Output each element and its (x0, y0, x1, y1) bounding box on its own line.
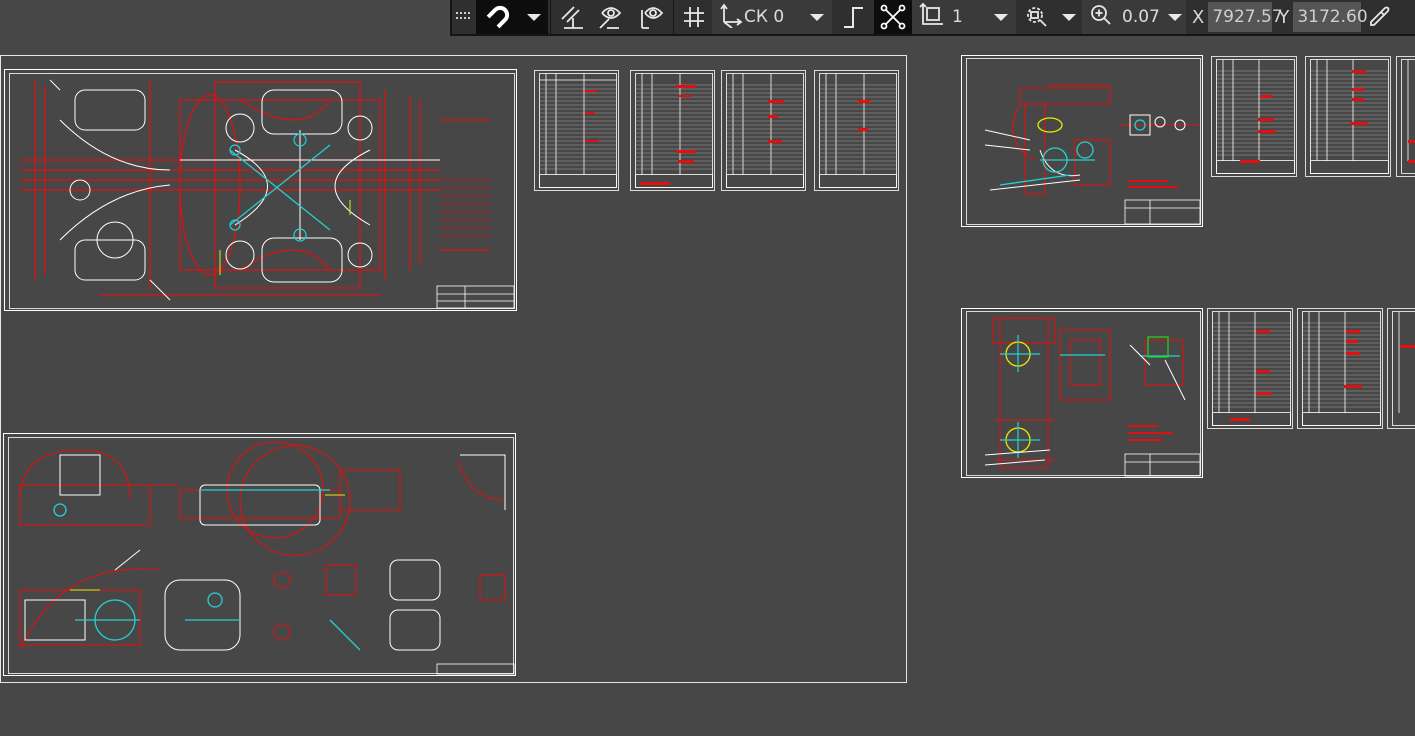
grid-icon[interactable] (676, 0, 712, 34)
zoom-combo[interactable]: 0.07 (1082, 0, 1186, 34)
layer-icon (918, 2, 946, 33)
layer-value: 1 (952, 7, 963, 27)
coordinate-system-value: СК 0 (744, 7, 785, 27)
zoom-value: 0.07 (1122, 7, 1160, 27)
eyedropper-icon[interactable] (1361, 0, 1397, 34)
x-coordinate-field[interactable]: 7927.57 (1208, 2, 1283, 32)
chevron-down-icon (810, 13, 824, 21)
x-coordinate-label: X (1192, 6, 1205, 28)
chevron-down-icon (994, 13, 1008, 21)
grip-icon[interactable] (452, 0, 476, 34)
coordinate-system-icon (718, 2, 744, 33)
drawing-canvas[interactable] (0, 0, 1415, 736)
coordinate-system-combo[interactable]: СК 0 (712, 0, 832, 34)
zoom-window-dropdown[interactable] (1056, 0, 1082, 34)
y-coordinate-field[interactable]: 3172.60 (1293, 2, 1368, 32)
view-icon[interactable] (631, 0, 671, 34)
chevron-down-icon (1167, 13, 1182, 21)
zoom-icon (1088, 2, 1114, 33)
zoom-window-icon[interactable] (1016, 0, 1056, 34)
hidden-view-icon[interactable] (591, 0, 631, 34)
tracking-icon[interactable] (874, 0, 912, 34)
orthogonal-icon[interactable] (832, 0, 874, 34)
magnet-snap-icon[interactable] (476, 0, 520, 34)
layer-combo[interactable]: 1 (912, 0, 1016, 34)
cad-toolbar: СК 0 1 0.07 X 7927.57 Y 3172.60 (450, 0, 1415, 36)
y-coordinate-label: Y (1278, 6, 1290, 28)
parallel-snap-icon[interactable] (553, 0, 591, 34)
snap-dropdown-icon[interactable] (520, 0, 548, 34)
